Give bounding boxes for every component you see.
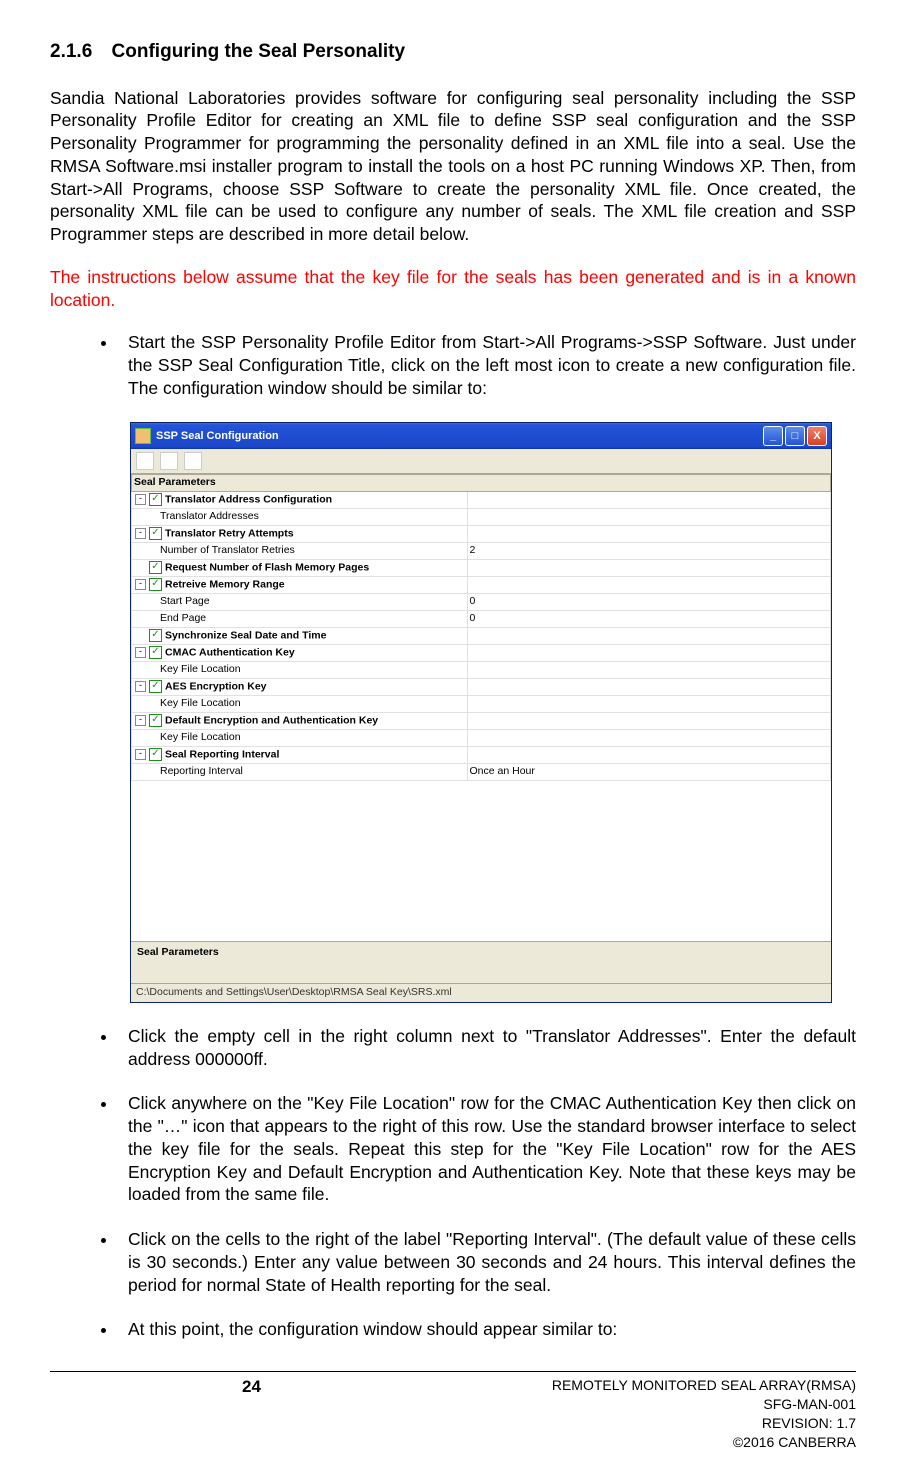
row-cmac-key[interactable]: -✓CMAC Authentication Key (132, 644, 468, 661)
row-sync-time[interactable]: ✓Synchronize Seal Date and Time (132, 627, 468, 644)
row-report-interval-hdr[interactable]: -✓Seal Reporting Interval (132, 746, 468, 763)
bullet-item-4: Click on the cells to the right of the l… (118, 1228, 856, 1296)
val-end-page[interactable]: 0 (467, 610, 830, 627)
section-number: 2.1.6 (50, 41, 92, 62)
row-aes-keyfile[interactable]: Key File Location (132, 695, 468, 712)
intro-paragraph: Sandia National Laboratories provides so… (50, 87, 856, 246)
close-button[interactable]: X (807, 426, 827, 446)
section-heading: 2.1.6 Configuring the Seal Personality (50, 40, 856, 65)
row-default-keyfile[interactable]: Key File Location (132, 729, 468, 746)
description-pane: Seal Parameters (131, 941, 831, 984)
footer-divider (50, 1371, 856, 1372)
warning-note: The instructions below assume that the k… (50, 266, 856, 312)
bullet-item-3: Click anywhere on the "Key File Location… (118, 1092, 856, 1206)
grid-blank (131, 781, 831, 941)
row-aes-key[interactable]: -✓AES Encryption Key (132, 678, 468, 695)
val-report-interval[interactable]: Once an Hour (467, 763, 830, 780)
row-report-interval[interactable]: Reporting Interval (132, 763, 468, 780)
footer-right: REMOTELY MONITORED SEAL ARRAY(RMSA) SFG-… (453, 1376, 856, 1452)
row-default-key[interactable]: -✓Default Encryption and Authentication … (132, 712, 468, 729)
val-start-page[interactable]: 0 (467, 593, 830, 610)
page-footer: 24 REMOTELY MONITORED SEAL ARRAY(RMSA) S… (50, 1376, 856, 1452)
row-seal-parameters: Seal Parameters (132, 474, 831, 491)
page-number: 24 (50, 1376, 453, 1452)
open-file-icon[interactable] (160, 452, 178, 470)
titlebar: SSP Seal Configuration _ □ X (131, 423, 831, 449)
minimize-button[interactable]: _ (763, 426, 783, 446)
row-cmac-keyfile[interactable]: Key File Location (132, 661, 468, 678)
new-file-icon[interactable] (136, 452, 154, 470)
window-title: SSP Seal Configuration (156, 429, 279, 443)
row-flash-pages[interactable]: ✓Request Number of Flash Memory Pages (132, 559, 468, 576)
properties-table: Seal Parameters -✓Translator Address Con… (131, 474, 831, 781)
bullet-item-1: Start the SSP Personality Profile Editor… (118, 331, 856, 399)
toolbar (131, 449, 831, 474)
row-num-retries[interactable]: Number of Translator Retries (132, 542, 468, 559)
app-icon (135, 428, 151, 444)
bullet-item-2: Click the empty cell in the right column… (118, 1025, 856, 1071)
property-grid: Seal Parameters -✓Translator Address Con… (131, 474, 831, 941)
row-mem-range[interactable]: -✓Retreive Memory Range (132, 576, 468, 593)
maximize-button[interactable]: □ (785, 426, 805, 446)
row-trans-addresses[interactable]: Translator Addresses (132, 508, 468, 525)
status-bar: C:\Documents and Settings\User\Desktop\R… (131, 983, 831, 1002)
section-title: Configuring the Seal Personality (112, 41, 406, 62)
bullet-item-5: At this point, the configuration window … (118, 1318, 856, 1341)
row-trans-addr-config[interactable]: -✓Translator Address Configuration (132, 491, 468, 508)
row-end-page[interactable]: End Page (132, 610, 468, 627)
config-window-screenshot: SSP Seal Configuration _ □ X Seal Parame… (130, 422, 832, 1003)
save-file-icon[interactable] (184, 452, 202, 470)
row-start-page[interactable]: Start Page (132, 593, 468, 610)
val-num-retries[interactable]: 2 (467, 542, 830, 559)
row-retry-attempts[interactable]: -✓Translator Retry Attempts (132, 525, 468, 542)
